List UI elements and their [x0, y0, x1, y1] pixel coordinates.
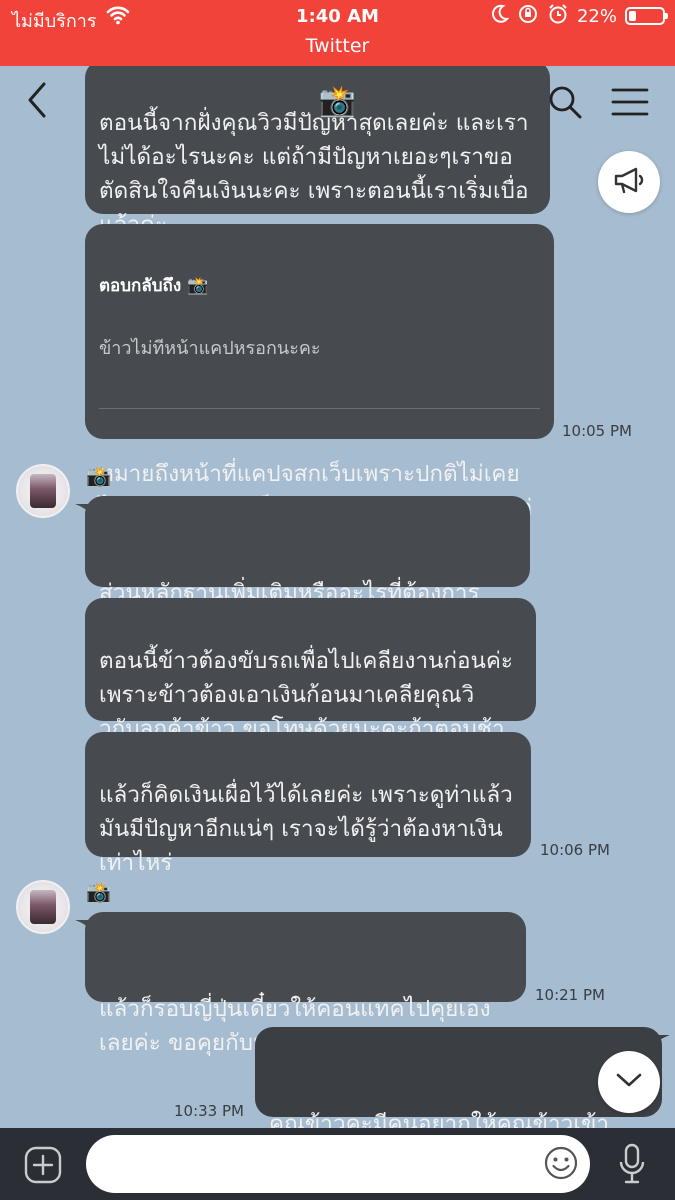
message-input-bar	[0, 1128, 675, 1200]
reply-header: ตอบกลับถึง 📸	[99, 276, 209, 296]
message-bubble[interactable]: แล้วก็คิดเงินเผื่อไว้ได้เลยค่ะ เพราะดูท่…	[85, 732, 531, 876]
return-to-app-label[interactable]: Twitter	[0, 35, 675, 57]
reply-quote[interactable]: ข้าวไม่ทีหน้าแคปหรอกนะคะ	[99, 332, 540, 366]
chat-area[interactable]: ตอนนี้จากฝั่งคุณวิวมีปัญหาสุดเลยค่ะ และเ…	[0, 66, 675, 1128]
plus-icon	[24, 1146, 62, 1184]
message-timestamp: 10:21 PM	[535, 986, 605, 1004]
search-icon	[549, 86, 582, 119]
chat-header: 📸	[0, 66, 675, 136]
message-bubble[interactable]: ตอนนี้ข้าวต้องขับรถเพื่อไปเคลียงานก่อนค่…	[85, 598, 536, 742]
moon-icon	[491, 4, 510, 28]
message-timestamp: 10:06 PM	[540, 841, 610, 859]
message-timestamp: 10:33 PM	[174, 1102, 244, 1120]
avatar[interactable]	[16, 880, 70, 934]
alarm-icon	[547, 3, 569, 29]
megaphone-icon	[612, 166, 646, 198]
voice-message-button[interactable]	[618, 1142, 646, 1186]
message-bubble[interactable]: ส่วนหลักฐานเพิ่มเติมหรืออะไรที่ต้องการ ข…	[75, 496, 530, 640]
battery-icon	[625, 7, 668, 25]
menu-button[interactable]	[610, 82, 650, 122]
scroll-to-bottom-button[interactable]	[598, 1051, 660, 1113]
emoji-icon	[544, 1146, 578, 1180]
search-button[interactable]	[545, 82, 585, 122]
menu-icon	[611, 88, 649, 116]
status-bar: ไม่มีบริการ 1:40 AM 22% Twitter	[0, 0, 675, 66]
announcement-button[interactable]	[598, 151, 660, 213]
microphone-icon	[619, 1143, 645, 1184]
reply-divider	[99, 408, 540, 409]
add-attachment-button[interactable]	[24, 1146, 62, 1184]
message-text: ตอนนี้ข้าวต้องขับรถเพื่อไปเคลียงานก่อนค่…	[99, 648, 514, 742]
chevron-down-icon	[615, 1072, 643, 1092]
battery-percent: 22%	[576, 5, 617, 27]
rotation-lock-icon	[517, 3, 539, 29]
message-text: แล้วก็คิดเงินเผื่อไว้ได้เลยค่ะ เพราะดูท่…	[99, 782, 513, 876]
message-text: คุณข้าวคะมีคนอยากให้คุณข้าวเข้า สเปซด้วย…	[269, 1111, 610, 1128]
sender-name: 📸	[86, 880, 111, 904]
message-timestamp: 10:05 PM	[562, 422, 632, 440]
message-bubble[interactable]: แล้วก็รอบญี่ปุ่นเดี๋ยวให้คอนแทคไปคุยเอง …	[75, 912, 526, 1056]
message-input[interactable]	[86, 1135, 590, 1193]
avatar[interactable]	[16, 464, 70, 518]
sender-name: 📸	[86, 464, 111, 488]
emoji-button[interactable]	[543, 1145, 579, 1181]
reply-message-bubble[interactable]: ตอบกลับถึง 📸 ข้าวไม่ทีหน้าแคปหรอกนะคะ หม…	[85, 224, 554, 555]
